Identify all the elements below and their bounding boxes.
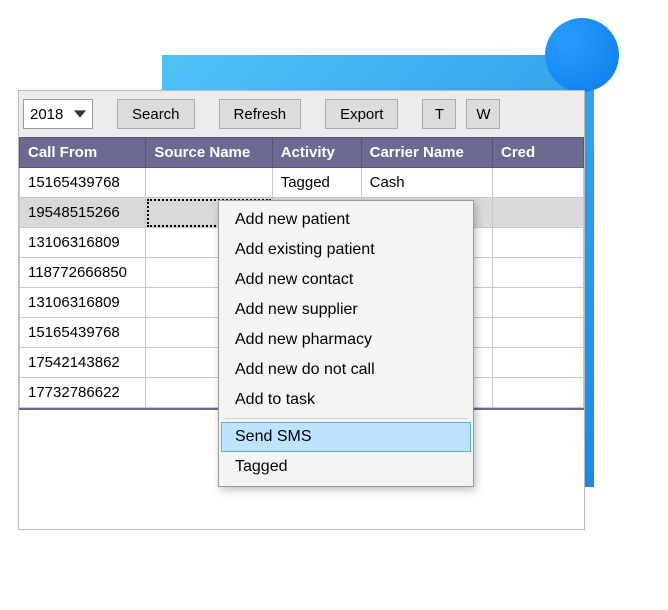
menu-item-send-sms[interactable]: Send SMS (221, 422, 471, 452)
year-select-value: 2018 (30, 106, 63, 123)
col-header-activity[interactable]: Activity (272, 138, 361, 168)
cell-call_from[interactable]: 17732786622 (20, 378, 146, 408)
w-button[interactable]: W (466, 99, 500, 129)
cell-call_from[interactable]: 118772666850 (20, 258, 146, 288)
menu-item-add-new-pharmacy[interactable]: Add new pharmacy (221, 325, 471, 355)
cell-call_from[interactable]: 13106316809 (20, 228, 146, 258)
cell-cred[interactable] (493, 288, 584, 318)
cell-cred[interactable] (493, 198, 584, 228)
t-button[interactable]: T (422, 99, 456, 129)
menu-item-add-to-task[interactable]: Add to task (221, 385, 471, 415)
context-menu: Add new patientAdd existing patientAdd n… (218, 200, 474, 487)
menu-item-tagged[interactable]: Tagged (221, 452, 471, 482)
search-button[interactable]: Search (117, 99, 195, 129)
menu-item-add-existing-patient[interactable]: Add existing patient (221, 235, 471, 265)
col-header-call-from[interactable]: Call From (20, 138, 146, 168)
cell-call_from[interactable]: 13106316809 (20, 288, 146, 318)
decorative-circle (545, 18, 619, 92)
col-header-cred[interactable]: Cred (493, 138, 584, 168)
cell-cred[interactable] (493, 348, 584, 378)
export-button[interactable]: Export (325, 99, 398, 129)
cell-cred[interactable] (493, 168, 584, 198)
col-header-carrier[interactable]: Carrier Name (361, 138, 492, 168)
table-row[interactable]: 15165439768 TaggedCash (20, 168, 584, 198)
menu-item-add-new-patient[interactable]: Add new patient (221, 205, 471, 235)
cell-carrier_name[interactable]: Cash (361, 168, 492, 198)
menu-item-add-new-do-not-call[interactable]: Add new do not call (221, 355, 471, 385)
cell-activity[interactable]: Tagged (272, 168, 361, 198)
cell-call_from[interactable]: 15165439768 (20, 168, 146, 198)
menu-item-add-new-contact[interactable]: Add new contact (221, 265, 471, 295)
cell-cred[interactable] (493, 258, 584, 288)
cell-call_from[interactable]: 15165439768 (20, 318, 146, 348)
cell-source_name[interactable] (146, 168, 272, 198)
cell-call_from[interactable]: 19548515266 (20, 198, 146, 228)
cell-cred[interactable] (493, 378, 584, 408)
toolbar: 2018 Search Refresh Export T W (19, 91, 584, 137)
chevron-down-icon (74, 108, 86, 120)
cell-cred[interactable] (493, 318, 584, 348)
cell-call_from[interactable]: 17542143862 (20, 348, 146, 378)
menu-item-add-new-supplier[interactable]: Add new supplier (221, 295, 471, 325)
cell-cred[interactable] (493, 228, 584, 258)
refresh-button[interactable]: Refresh (219, 99, 302, 129)
year-select[interactable]: 2018 (23, 99, 93, 129)
grid-header-row: Call From Source Name Activity Carrier N… (20, 138, 584, 168)
col-header-source-name[interactable]: Source Name (146, 138, 272, 168)
menu-separator (225, 418, 467, 419)
